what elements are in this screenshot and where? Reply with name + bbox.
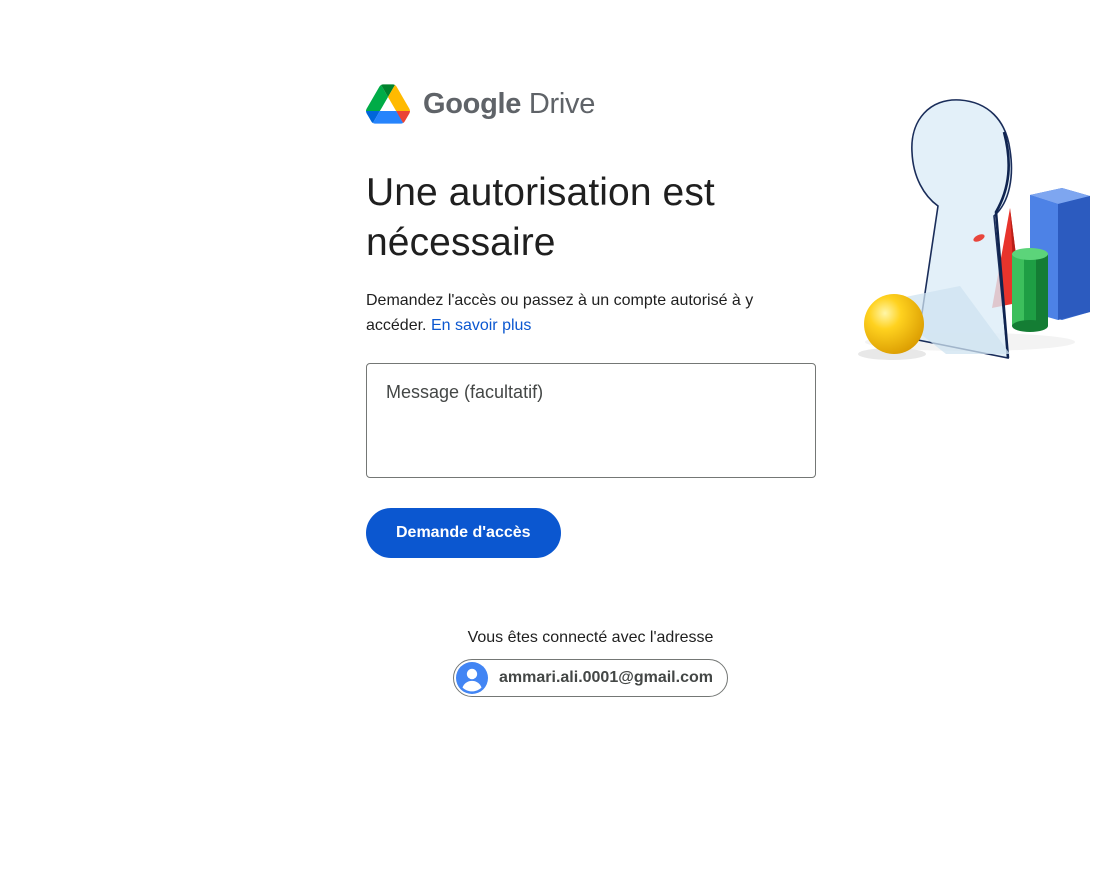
learn-more-link[interactable]: En savoir plus — [431, 317, 532, 334]
description-text: Demandez l'accès ou passez à un compte a… — [366, 292, 754, 334]
account-email: ammari.ali.0001@gmail.com — [499, 669, 713, 686]
brand-header: Google Drive — [366, 82, 816, 126]
person-avatar-icon — [456, 662, 489, 694]
signed-in-section: Vous êtes connecté avec l'adresse ammari… — [0, 628, 1118, 699]
access-request-page: Google Drive Une autorisation est nécess… — [0, 0, 1118, 870]
account-chip[interactable]: ammari.ali.0001@gmail.com — [453, 659, 728, 697]
page-title-line2: nécessaire — [366, 221, 556, 264]
brand-google: Google — [423, 87, 522, 120]
keyhole-mirror-illustration-icon — [858, 99, 1090, 360]
google-drive-logo-icon — [366, 84, 410, 124]
request-access-button[interactable]: Demande d'accès — [366, 508, 561, 558]
main-content: Google Drive Une autorisation est nécess… — [366, 82, 816, 558]
message-field[interactable] — [367, 364, 815, 477]
description: Demandez l'accès ou passez à un compte a… — [366, 288, 806, 338]
brand-name: Google Drive — [423, 88, 595, 121]
signed-in-label: Vous êtes connecté avec l'adresse — [467, 629, 714, 646]
brand-product: Drive — [528, 87, 596, 120]
page-title: Une autorisation est nécessaire — [366, 168, 816, 268]
page-title-line1: Une autorisation est — [366, 171, 715, 214]
message-field-container — [366, 363, 816, 478]
